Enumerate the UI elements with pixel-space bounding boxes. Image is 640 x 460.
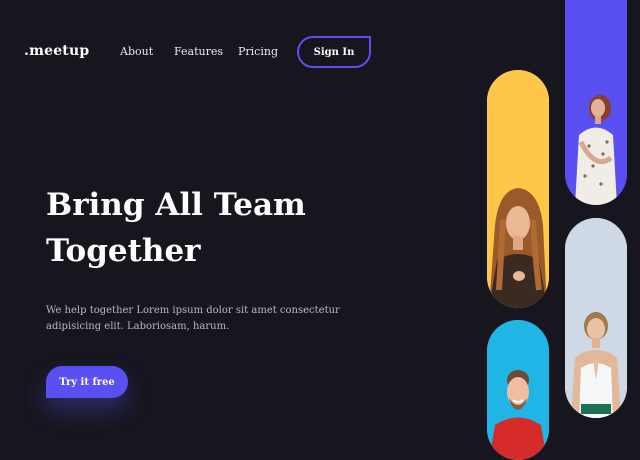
top-navigation: .meetup About Features Pricing Sign In [0,36,400,70]
man-smiling-photo [487,320,549,460]
nav-link-about[interactable]: About [120,45,153,58]
woman-praying-hands-photo [565,218,627,418]
logo[interactable]: .meetup [24,43,89,59]
nav-link-pricing[interactable]: Pricing [238,45,278,58]
try-it-free-button[interactable]: Try it free [46,366,128,398]
hero-title-line-2: Together [46,233,201,269]
sign-in-button[interactable]: Sign In [297,36,371,68]
nav-link-features[interactable]: Features [174,45,223,58]
hero-description: We help together Lorem ipsum dolor sit a… [46,305,340,332]
hero-title-line-1: Bring All Team [46,187,306,223]
woman-long-hair-photo [487,70,549,308]
woman-floral-dress-photo [565,0,627,205]
hero-title: Bring All Team Together [46,182,346,274]
